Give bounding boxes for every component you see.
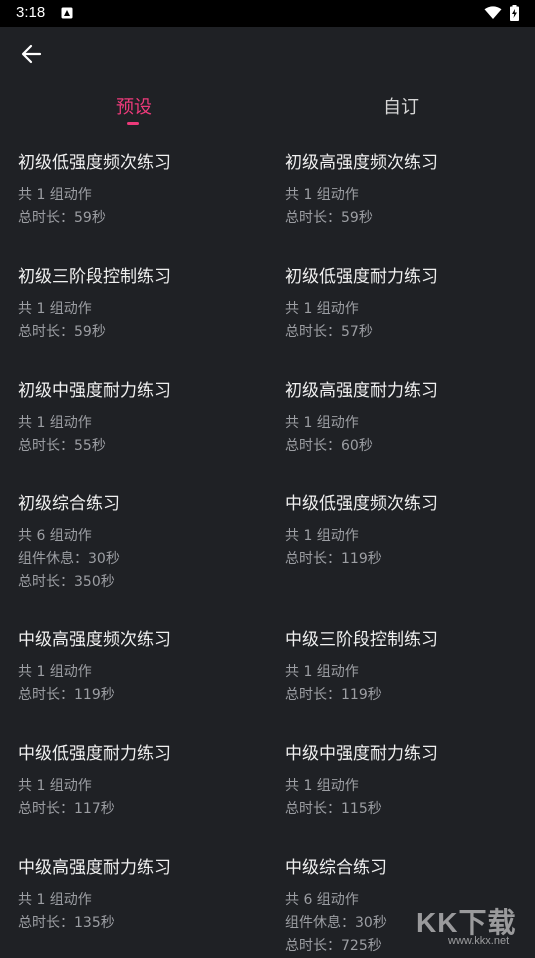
exercise-title: 中级综合练习 — [285, 858, 387, 878]
exercise-card[interactable]: 中级中强度耐力练习共 1 组动作总时长：115秒 — [285, 743, 535, 821]
tab-selected-indicator — [127, 122, 139, 125]
exercise-detail: 总时长：119秒 — [18, 687, 115, 703]
exercise-detail: 总时长：57秒 — [285, 324, 373, 340]
exercise-detail: 共 1 组动作 — [285, 664, 359, 680]
exercise-title: 中级三阶段控制练习 — [285, 630, 438, 650]
exercise-title: 中级中强度耐力练习 — [285, 744, 438, 764]
exercise-detail: 总时长：119秒 — [285, 551, 382, 567]
exercise-detail: 总时长：59秒 — [285, 210, 373, 226]
exercise-card[interactable]: 中级高强度耐力练习共 1 组动作总时长：135秒 — [18, 857, 268, 935]
exercise-card[interactable]: 初级高强度耐力练习共 1 组动作 总时长：60秒 — [285, 380, 535, 458]
arrow-left-icon — [21, 44, 42, 64]
exercise-detail: 总时长：60秒 — [285, 438, 373, 454]
exercise-detail: 总时长：135秒 — [18, 915, 115, 931]
exercise-card[interactable]: 中级低强度耐力练习共 1 组动作总时长：117秒 — [18, 743, 268, 821]
back-button[interactable] — [18, 40, 46, 68]
status-time: 3:18 — [16, 4, 46, 21]
exercise-detail: 组件休息：30秒 — [18, 551, 120, 567]
exercise-detail: 总时长：59秒 — [18, 324, 106, 340]
exercise-detail: 共 1 组动作 — [18, 415, 92, 431]
exercise-detail: 总时长：55秒 — [18, 438, 106, 454]
exercise-card[interactable]: 初级低强度频次练习共 1 组动作 总时长：59秒 — [18, 152, 268, 230]
exercise-detail: 总时长：59秒 — [18, 210, 106, 226]
exercise-detail: 共 1 组动作 — [18, 187, 92, 203]
watermark: KK下载 www.kkx.net — [408, 895, 535, 951]
exercise-title: 初级中强度耐力练习 — [18, 381, 171, 401]
exercise-detail: 共 1 组动作 — [285, 778, 359, 794]
exercise-detail: 共 1 组动作 — [18, 301, 92, 317]
watermark-url: www.kkx.net — [448, 935, 510, 947]
exercise-card[interactable]: 初级高强度频次练习共 1 组动作 总时长：59秒 — [285, 152, 535, 230]
tab-preset[interactable]: 预设 — [116, 93, 152, 119]
exercise-card[interactable]: 中级低强度频次练习共 1 组动作总时长：119秒 — [285, 493, 535, 571]
notification-icon — [61, 7, 73, 19]
exercise-title: 中级低强度频次练习 — [285, 494, 438, 514]
exercise-card[interactable]: 初级三阶段控制练习共 1 组动作 总时长：59秒 — [18, 266, 268, 344]
exercise-detail: 共 1 组动作 — [285, 187, 359, 203]
exercise-title: 初级三阶段控制练习 — [18, 267, 171, 287]
exercise-detail: 总时长：350秒 — [18, 574, 115, 590]
exercise-detail: 总时长：115秒 — [285, 801, 382, 817]
exercise-detail: 共 1 组动作 — [18, 664, 92, 680]
exercise-card[interactable]: 初级综合练习共 6 组动作组件休息：30秒 总时长：350秒 — [18, 493, 268, 594]
exercise-card[interactable]: 初级低强度耐力练习共 1 组动作 总时长：57秒 — [285, 266, 535, 344]
exercise-detail: 总时长：117秒 — [18, 801, 115, 817]
exercise-detail: 共 1 组动作 — [18, 778, 92, 794]
exercise-card[interactable]: 初级中强度耐力练习共 1 组动作 总时长：55秒 — [18, 380, 268, 458]
exercise-title: 初级综合练习 — [18, 494, 120, 514]
exercise-title: 初级高强度频次练习 — [285, 153, 438, 173]
exercise-card[interactable]: 中级三阶段控制练习共 1 组动作总时长：119秒 — [285, 629, 535, 707]
exercise-detail: 共 1 组动作 — [285, 301, 359, 317]
exercise-card[interactable]: 中级高强度频次练习共 1 组动作总时长：119秒 — [18, 629, 268, 707]
tab-custom[interactable]: 自订 — [383, 93, 419, 119]
wifi-icon — [484, 6, 502, 19]
exercise-detail: 共 1 组动作 — [285, 415, 359, 431]
status-bar: 3:18 — [0, 0, 535, 27]
exercise-title: 初级高强度耐力练习 — [285, 381, 438, 401]
exercise-detail: 总时长：119秒 — [285, 687, 382, 703]
exercise-title: 中级高强度耐力练习 — [18, 858, 171, 878]
exercise-detail: 共 6 组动作 — [18, 528, 92, 544]
battery-charging-icon — [510, 5, 519, 21]
exercise-detail: 共 1 组动作 — [285, 528, 359, 544]
exercise-title: 初级低强度耐力练习 — [285, 267, 438, 287]
exercise-title: 中级高强度频次练习 — [18, 630, 171, 650]
exercise-title: 中级低强度耐力练习 — [18, 744, 171, 764]
exercise-detail: 共 1 组动作 — [18, 892, 92, 908]
exercise-title: 初级低强度频次练习 — [18, 153, 171, 173]
